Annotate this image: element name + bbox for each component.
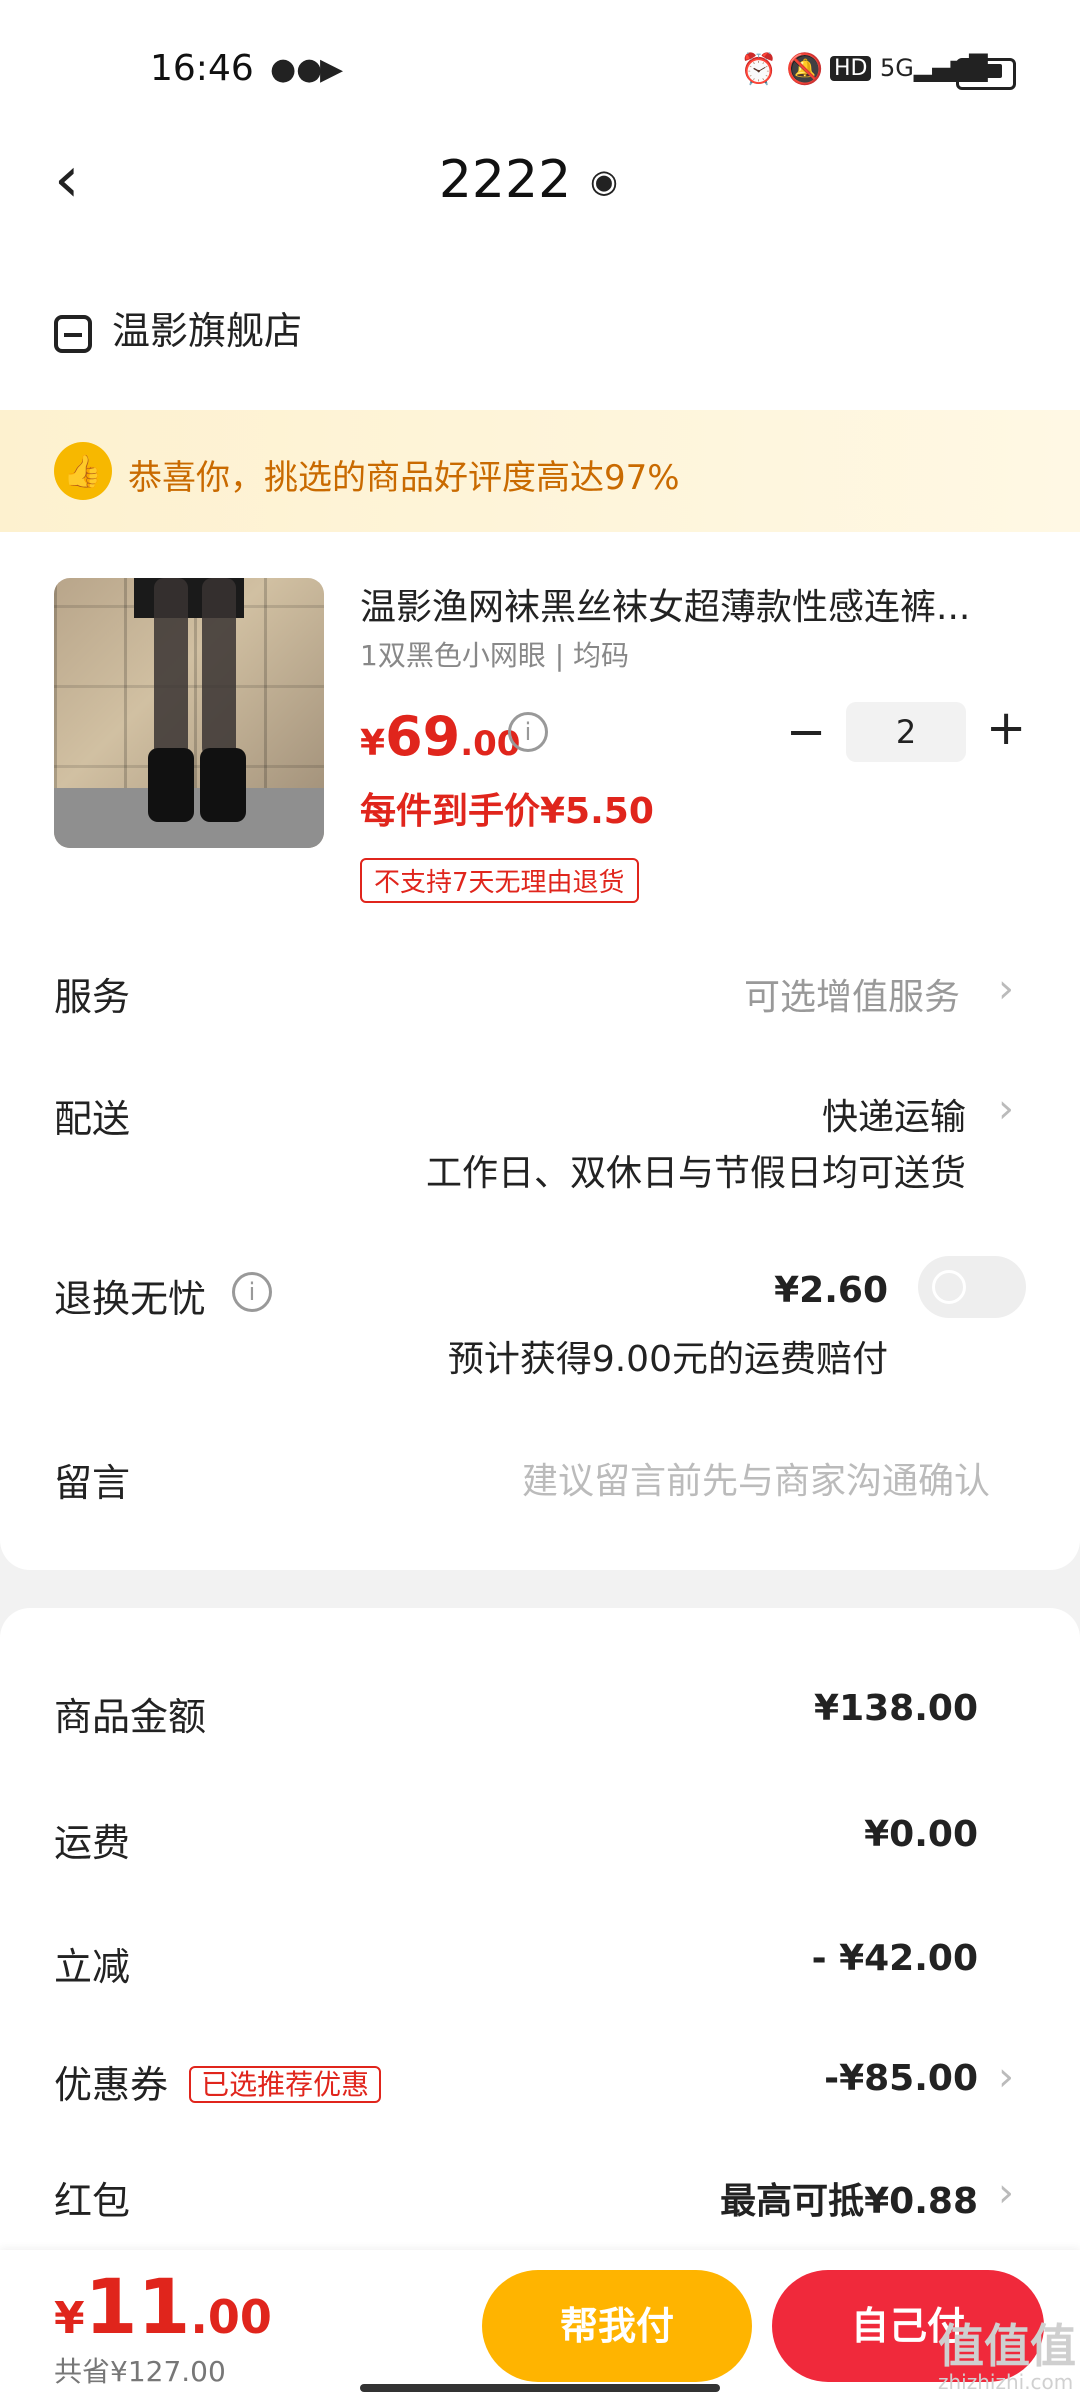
- rating-banner-text: 恭喜你，挑选的商品好评度高达97%: [128, 458, 680, 498]
- each-price: 每件到手价¥5.50: [360, 791, 654, 832]
- price-int: 69: [385, 705, 461, 768]
- goods-amount-value: ¥138.00: [814, 1688, 978, 1729]
- coupon-label: 优惠券: [54, 2063, 169, 2107]
- home-indicator[interactable]: [360, 2384, 720, 2392]
- coupon-value[interactable]: -¥85.00: [824, 2058, 978, 2099]
- location-pin-icon[interactable]: ◉: [590, 162, 618, 200]
- product-image[interactable]: [54, 578, 324, 848]
- return-insurance-toggle[interactable]: [918, 1256, 1026, 1318]
- coupon-chevron-icon[interactable]: ›: [998, 2054, 1014, 2100]
- total-dec: .00: [190, 2290, 272, 2344]
- app-icon: ▶: [320, 52, 344, 87]
- return-insurance-label: 退换无忧: [54, 1277, 207, 1321]
- instant-discount-value: - ¥42.00: [811, 1938, 978, 1979]
- thumbs-up-icon: 👍: [54, 442, 112, 500]
- return-insurance-note: 预计获得9.00元的运费赔付: [447, 1339, 888, 1380]
- total-price: ¥11.00: [54, 2262, 272, 2351]
- return-policy-tag: 不支持7天无理由退货: [360, 858, 639, 903]
- goods-amount-label: 商品金额: [54, 1695, 207, 1739]
- hd-icon: HD: [830, 56, 872, 81]
- page-title: 2222: [438, 150, 572, 210]
- shipping-value: ¥0.00: [864, 1814, 978, 1855]
- red-packet-label: 红包: [54, 2179, 131, 2223]
- store-icon: [54, 314, 92, 353]
- service-label: 服务: [54, 975, 131, 1019]
- return-info-icon[interactable]: i: [232, 1272, 272, 1312]
- quantity-minus-button[interactable]: −: [786, 708, 826, 756]
- coupon-row[interactable]: 优惠券 已选推荐优惠: [54, 2054, 382, 2109]
- store-name: 温影旗舰店: [112, 309, 303, 353]
- mute-icon: 🔕: [786, 52, 824, 87]
- service-chevron-icon[interactable]: ›: [998, 966, 1014, 1012]
- red-packet-chevron-icon[interactable]: ›: [998, 2170, 1014, 2216]
- product-price: ¥69.00: [360, 705, 520, 768]
- store-row[interactable]: 温影旗舰店: [54, 300, 302, 355]
- service-value[interactable]: 可选增值服务: [744, 968, 960, 1020]
- help-me-pay-button[interactable]: 帮我付: [482, 2270, 752, 2382]
- total-currency: ¥: [54, 2293, 85, 2344]
- alarm-icon: ⏰: [740, 52, 778, 87]
- status-time: 16:46: [150, 48, 254, 89]
- return-insurance-price: ¥2.60: [774, 1270, 888, 1311]
- red-packet-value[interactable]: 最高可抵¥0.88: [720, 2172, 978, 2224]
- message-label: 留言: [54, 1461, 131, 1505]
- price-currency: ¥: [360, 723, 386, 764]
- instant-discount-label: 立减: [54, 1945, 131, 1989]
- delivery-chevron-icon[interactable]: ›: [998, 1086, 1014, 1132]
- wechat-icon: ●●: [270, 52, 323, 87]
- total-int: 11: [84, 2262, 191, 2351]
- watermark-logo: 值值值: [938, 2319, 1076, 2373]
- total-saved: 共省¥127.00: [54, 2355, 226, 2388]
- quantity-input[interactable]: 2: [846, 702, 966, 762]
- product-spec[interactable]: 1双黑色小网眼 | 均码: [360, 634, 629, 674]
- price-info-icon[interactable]: i: [508, 712, 548, 752]
- message-input[interactable]: 建议留言前先与商家沟通确认: [522, 1452, 990, 1504]
- coupon-tag: 已选推荐优惠: [189, 2066, 382, 2103]
- quantity-plus-button[interactable]: +: [986, 704, 1026, 752]
- battery-icon: [956, 58, 1016, 90]
- delivery-note: 工作日、双休日与节假日均可送货: [425, 1153, 966, 1194]
- delivery-value[interactable]: 快递运输: [822, 1088, 966, 1140]
- watermark-url: zhizhizhi.com: [938, 2370, 1074, 2394]
- product-title[interactable]: 温影渔网袜黑丝袜女超薄款性感连裤...: [360, 578, 1020, 630]
- delivery-label: 配送: [54, 1097, 131, 1141]
- shipping-label: 运费: [54, 1821, 131, 1865]
